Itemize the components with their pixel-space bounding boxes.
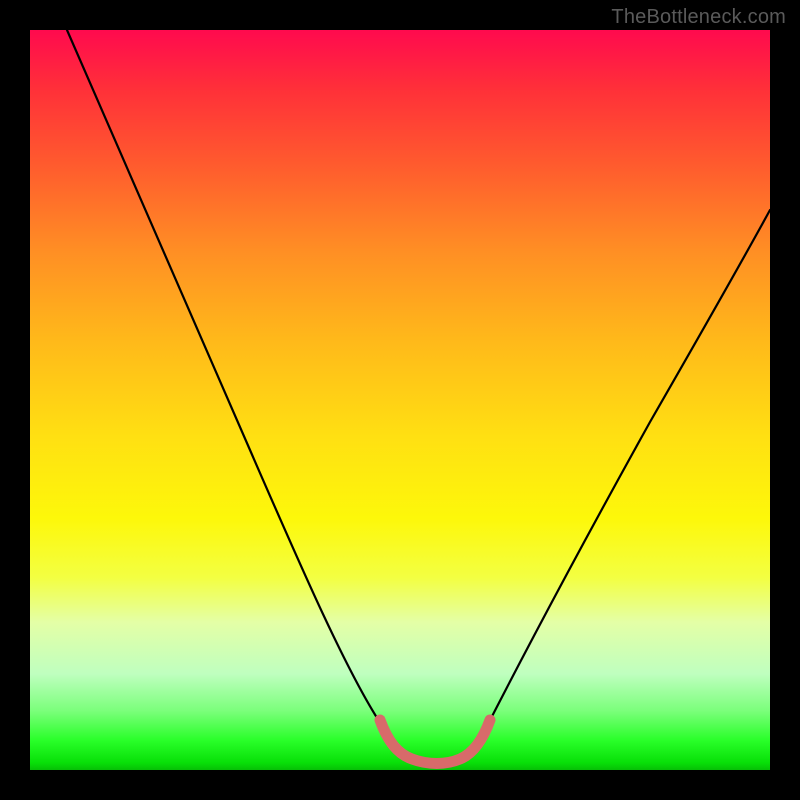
chart-frame: TheBottleneck.com — [0, 0, 800, 800]
bottleneck-curve — [67, 30, 770, 761]
watermark-text: TheBottleneck.com — [611, 6, 786, 29]
optimal-zone-highlight — [380, 720, 490, 764]
curve-layer — [30, 30, 770, 770]
plot-area — [30, 30, 770, 770]
